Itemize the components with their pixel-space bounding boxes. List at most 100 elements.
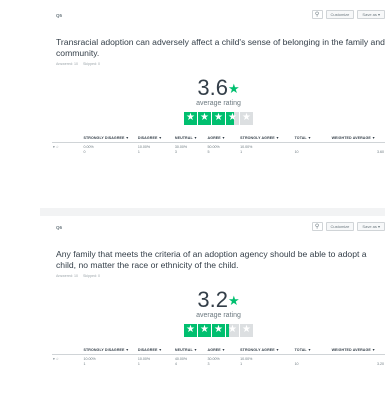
column-header-label: WEIGHTED AVERAGE xyxy=(331,136,371,140)
table-cell: 0.00% 0 xyxy=(82,143,136,157)
answered-count: Answered: 10 xyxy=(56,62,78,66)
star-icon: ★ xyxy=(228,324,237,335)
skipped-count: Skipped: 0 xyxy=(82,274,100,278)
column-header-label: TOTAL xyxy=(294,348,307,352)
sort-caret-icon[interactable]: ▼ xyxy=(222,348,226,352)
star-box: ★ xyxy=(212,323,225,337)
save-as-button[interactable]: Save as ▾ xyxy=(357,10,385,19)
pin-icon[interactable]: ⚲ xyxy=(311,222,323,231)
pin-icon[interactable]: ⚲ xyxy=(311,10,323,19)
column-header-label: AGREE xyxy=(207,136,221,140)
star-icon: ★ xyxy=(242,324,251,335)
sort-caret-icon[interactable]: ▼ xyxy=(276,348,280,352)
column-header[interactable]: STRONGLY AGREE▼ xyxy=(239,134,294,143)
response-summary: Answered: 10 Skipped: 0 xyxy=(56,274,385,278)
question-toolbar: ⚲ Customize Save as ▾ xyxy=(311,222,385,231)
column-header[interactable]: AGREE▼ xyxy=(206,134,240,143)
star-icon: ★ xyxy=(242,112,251,123)
star-icon: ★ xyxy=(214,112,223,123)
column-header[interactable]: TOTAL▼ xyxy=(293,346,331,355)
cell-count: 1 xyxy=(240,150,243,154)
sort-caret-icon[interactable]: ▼ xyxy=(126,348,130,352)
sort-caret-icon[interactable]: ▼ xyxy=(372,348,376,352)
table-cell: 40.00% 4 xyxy=(174,355,207,369)
sort-caret-icon[interactable]: ▼ xyxy=(158,348,162,352)
row-star-icon[interactable]: ▾ ☆ xyxy=(52,143,82,157)
column-header[interactable]: AGREE▼ xyxy=(206,346,240,355)
response-summary: Answered: 10 Skipped: 0 xyxy=(56,62,385,66)
star-box: ★ xyxy=(212,111,225,125)
sort-caret-icon[interactable]: ▼ xyxy=(276,136,280,140)
sort-caret-icon[interactable]: ▼ xyxy=(222,136,226,140)
star-icon: ★ xyxy=(214,324,223,335)
column-header-label: AGREE xyxy=(207,348,221,352)
total-value: 10 xyxy=(294,362,299,366)
star-box: ★ xyxy=(226,323,239,337)
star-rating-bar: ★ ★ ★ ★ ★ xyxy=(184,111,253,125)
rating-number: 3.2 xyxy=(197,287,228,312)
column-header[interactable]: WEIGHTED AVERAGE▼ xyxy=(330,134,385,143)
cell-count: 3 xyxy=(207,362,210,366)
column-header[interactable]: NEUTRAL▼ xyxy=(173,134,207,143)
cell-percent: 50.00% xyxy=(207,145,220,149)
customize-button[interactable]: Customize xyxy=(325,222,355,231)
answered-count: Answered: 10 xyxy=(56,274,78,278)
column-header[interactable]: WEIGHTED AVERAGE▼ xyxy=(330,346,385,355)
skipped-count: Skipped: 0 xyxy=(82,62,100,66)
cell-count: 1 xyxy=(240,362,243,366)
save-as-button[interactable]: Save as ▾ xyxy=(357,222,385,231)
weighted-average-cell: 3.20 xyxy=(331,355,385,369)
table-header-row: STRONGLY DISAGREE▼ DISAGREE▼ NEUTRAL▼ AGREE… xyxy=(52,134,385,143)
table-cell: 10.00% 1 xyxy=(82,355,136,369)
row-star-icon[interactable]: ▾ ☆ xyxy=(52,355,82,369)
star-icon: ★ xyxy=(227,81,240,96)
column-header[interactable]: STRONGLY DISAGREE▼ xyxy=(82,346,137,355)
sort-caret-icon[interactable]: ▼ xyxy=(194,136,198,140)
sort-caret-icon[interactable]: ▼ xyxy=(158,136,162,140)
table-cell: 10.00% 1 xyxy=(137,355,174,369)
cell-percent: 30.00% xyxy=(174,145,188,149)
question-header: Q6 ⚲ Customize Save as ▾ xyxy=(52,222,385,236)
cell-count: 4 xyxy=(174,362,177,366)
sort-caret-icon[interactable]: ▼ xyxy=(308,348,312,352)
rating-number: 3.6 xyxy=(197,75,228,100)
column-header[interactable]: STRONGLY DISAGREE▼ xyxy=(82,134,137,143)
star-box: ★ xyxy=(184,111,197,125)
table-cell: 30.00% 3 xyxy=(207,355,240,369)
column-header[interactable]: DISAGREE▼ xyxy=(136,346,174,355)
cell-count: 5 xyxy=(207,150,210,154)
column-header-label: STRONGLY AGREE xyxy=(240,136,275,140)
star-box: ★ xyxy=(198,323,211,337)
star-icon: ★ xyxy=(228,112,237,123)
average-rating-value: 3.2★ xyxy=(52,289,385,312)
average-rating-caption: average rating xyxy=(196,100,241,107)
table-cell: 50.00% 5 xyxy=(207,143,240,157)
total-value: 10 xyxy=(294,150,299,154)
results-table: STRONGLY DISAGREE▼ DISAGREE▼ NEUTRAL▼ AGREE… xyxy=(52,346,385,368)
table-cell: 10.00% 1 xyxy=(239,143,293,157)
question-card-q6: Q6 ⚲ Customize Save as ▾ Any family that… xyxy=(52,222,385,368)
star-box: ★ xyxy=(240,323,253,337)
average-rating-value: 3.6★ xyxy=(52,77,385,100)
question-header: Q5 ⚲ Customize Save as ▾ xyxy=(52,10,385,24)
star-icon: ★ xyxy=(200,112,209,123)
star-icon: ★ xyxy=(186,324,195,335)
star-box: ★ xyxy=(226,111,239,125)
sort-caret-icon[interactable]: ▼ xyxy=(126,136,130,140)
sort-caret-icon[interactable]: ▼ xyxy=(372,136,376,140)
column-header-label: DISAGREE xyxy=(137,348,158,352)
sort-caret-icon[interactable]: ▼ xyxy=(194,348,198,352)
table-cell: 30.00% 3 xyxy=(174,143,207,157)
cell-percent: 40.00% xyxy=(174,357,188,361)
column-header[interactable]: TOTAL▼ xyxy=(293,134,331,143)
column-header-label: STRONGLY AGREE xyxy=(240,348,275,352)
weighted-average-value: 3.20 xyxy=(377,362,384,366)
sort-caret-icon[interactable]: ▼ xyxy=(308,136,312,140)
column-header[interactable]: DISAGREE▼ xyxy=(136,134,174,143)
column-header[interactable]: STRONGLY AGREE▼ xyxy=(239,346,294,355)
column-header[interactable]: NEUTRAL▼ xyxy=(173,346,207,355)
customize-button[interactable]: Customize xyxy=(325,10,355,19)
table-header-row: STRONGLY DISAGREE▼ DISAGREE▼ NEUTRAL▼ AGREE… xyxy=(52,346,385,355)
table-cell: 10.00% 1 xyxy=(239,355,293,369)
total-cell: 10 xyxy=(294,143,331,157)
